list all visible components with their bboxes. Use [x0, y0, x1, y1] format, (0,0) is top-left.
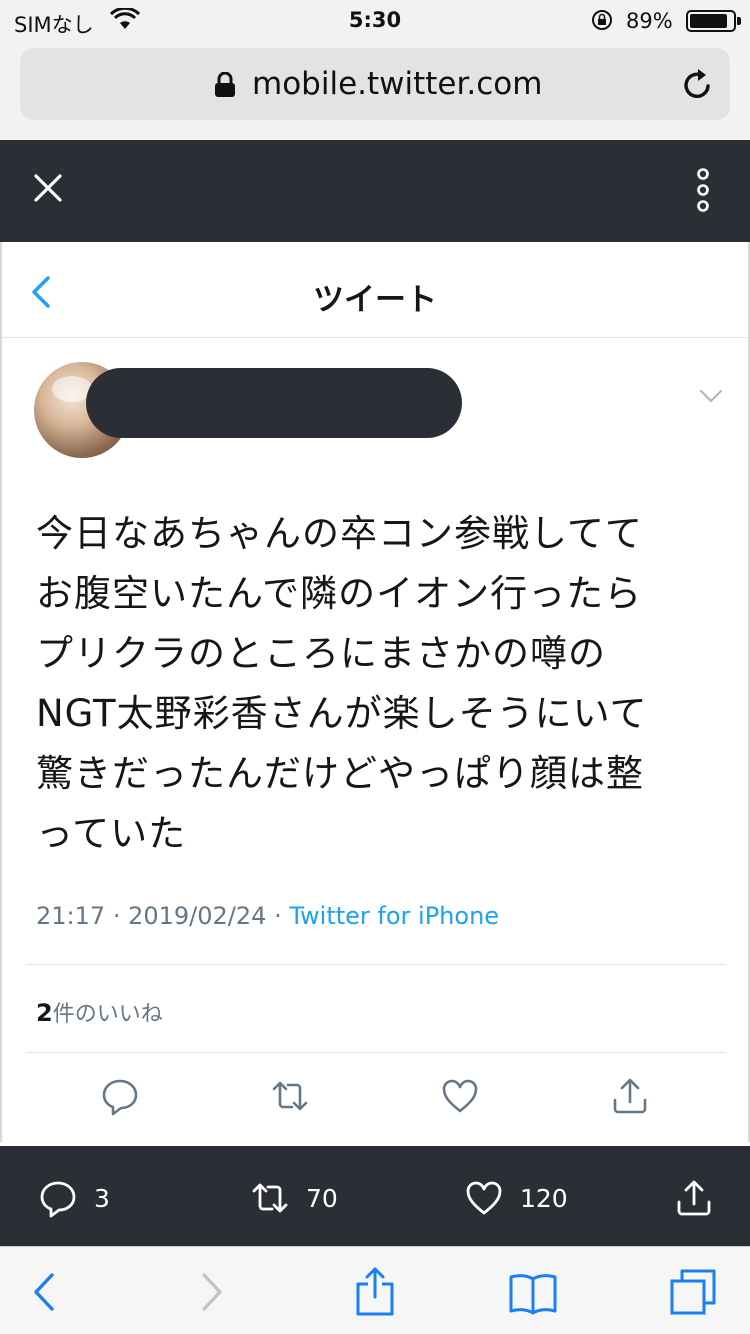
divider	[26, 1052, 726, 1053]
redacted-username	[86, 368, 462, 438]
retweet-icon	[252, 1183, 288, 1213]
rotation-lock-icon	[592, 10, 612, 30]
share-icon[interactable]	[610, 1076, 650, 1116]
engagement-bar: 3 70 120	[0, 1146, 750, 1246]
tweet-time: 21:17	[36, 902, 106, 930]
tweet-text-line: プリクラのところにまさかの噂の	[36, 632, 606, 675]
tweet-text-line: っていた	[36, 812, 187, 855]
heart-icon	[466, 1181, 502, 1215]
battery-percent: 89%	[626, 9, 673, 33]
reply-count-button[interactable]: 3	[38, 1178, 128, 1218]
tabs-icon[interactable]	[668, 1267, 718, 1317]
tweet-card: ツイート 今日なあちゃんの卒コン参戦してて お腹空いたんで隣のイオン行ったら プ…	[0, 242, 750, 1142]
page-title: ツイート	[313, 282, 437, 318]
tweet-text-line: お腹空いたんで隣のイオン行ったら	[36, 572, 643, 615]
modal-top-bar	[0, 140, 750, 242]
tweet-actions	[2, 1076, 748, 1120]
retweet-count-button[interactable]: 70	[250, 1178, 360, 1218]
meta-separator: ·	[274, 902, 282, 930]
browser-address-area: mobile.twitter.com	[0, 40, 750, 140]
tweet-text-line: NGT太野彩香さんが楽しそうにいて	[36, 692, 648, 735]
reply-count: 3	[94, 1184, 110, 1213]
tweet-text-line: 驚きだったんだけどやっぱり顔は整	[36, 752, 644, 795]
likes-label: 件のいいね	[52, 1002, 163, 1027]
likes-count: 2	[36, 999, 53, 1027]
like-count: 120	[520, 1184, 568, 1213]
reply-icon[interactable]	[100, 1076, 140, 1116]
close-icon[interactable]	[28, 168, 68, 208]
browser-toolbar	[0, 1246, 750, 1334]
retweet-icon[interactable]	[270, 1076, 310, 1116]
likes-summary[interactable]: 2件のいいね	[36, 996, 163, 1028]
tweet-text: 今日なあちゃんの卒コン参戦してて お腹空いたんで隣のイオン行ったら プリクラのと…	[36, 504, 726, 864]
browser-back-icon[interactable]	[20, 1267, 70, 1317]
battery-fill	[690, 14, 727, 28]
chevron-down-icon[interactable]	[698, 388, 724, 404]
retweet-count: 70	[306, 1184, 338, 1213]
bookmarks-icon[interactable]	[508, 1267, 558, 1317]
status-bar: SIMなし 5:30 89%	[0, 0, 750, 40]
browser-share-icon[interactable]	[350, 1267, 400, 1317]
share-button[interactable]	[674, 1178, 714, 1218]
heart-icon[interactable]	[440, 1076, 480, 1116]
share-icon	[677, 1180, 711, 1216]
tweet-meta: 21:17 · 2019/02/24 · Twitter for iPhone	[36, 902, 499, 930]
tweet-header: ツイート	[2, 242, 748, 338]
battery-nub	[737, 17, 741, 25]
padlock-icon	[215, 72, 235, 97]
divider	[26, 964, 726, 965]
reply-icon	[40, 1181, 76, 1218]
browser-forward-icon[interactable]	[186, 1267, 236, 1317]
tweet-text-line: 今日なあちゃんの卒コン参戦してて	[36, 512, 643, 555]
battery-icon	[686, 10, 741, 32]
like-count-button[interactable]: 120	[464, 1178, 594, 1218]
more-options-icon[interactable]	[690, 164, 716, 216]
address-bar[interactable]: mobile.twitter.com	[20, 48, 730, 120]
url-text[interactable]: mobile.twitter.com	[252, 66, 542, 102]
reload-icon[interactable]	[678, 66, 716, 104]
meta-separator: ·	[112, 902, 121, 930]
tweet-source-link[interactable]: Twitter for iPhone	[289, 902, 499, 930]
tweet-date: 2019/02/24	[128, 902, 267, 930]
